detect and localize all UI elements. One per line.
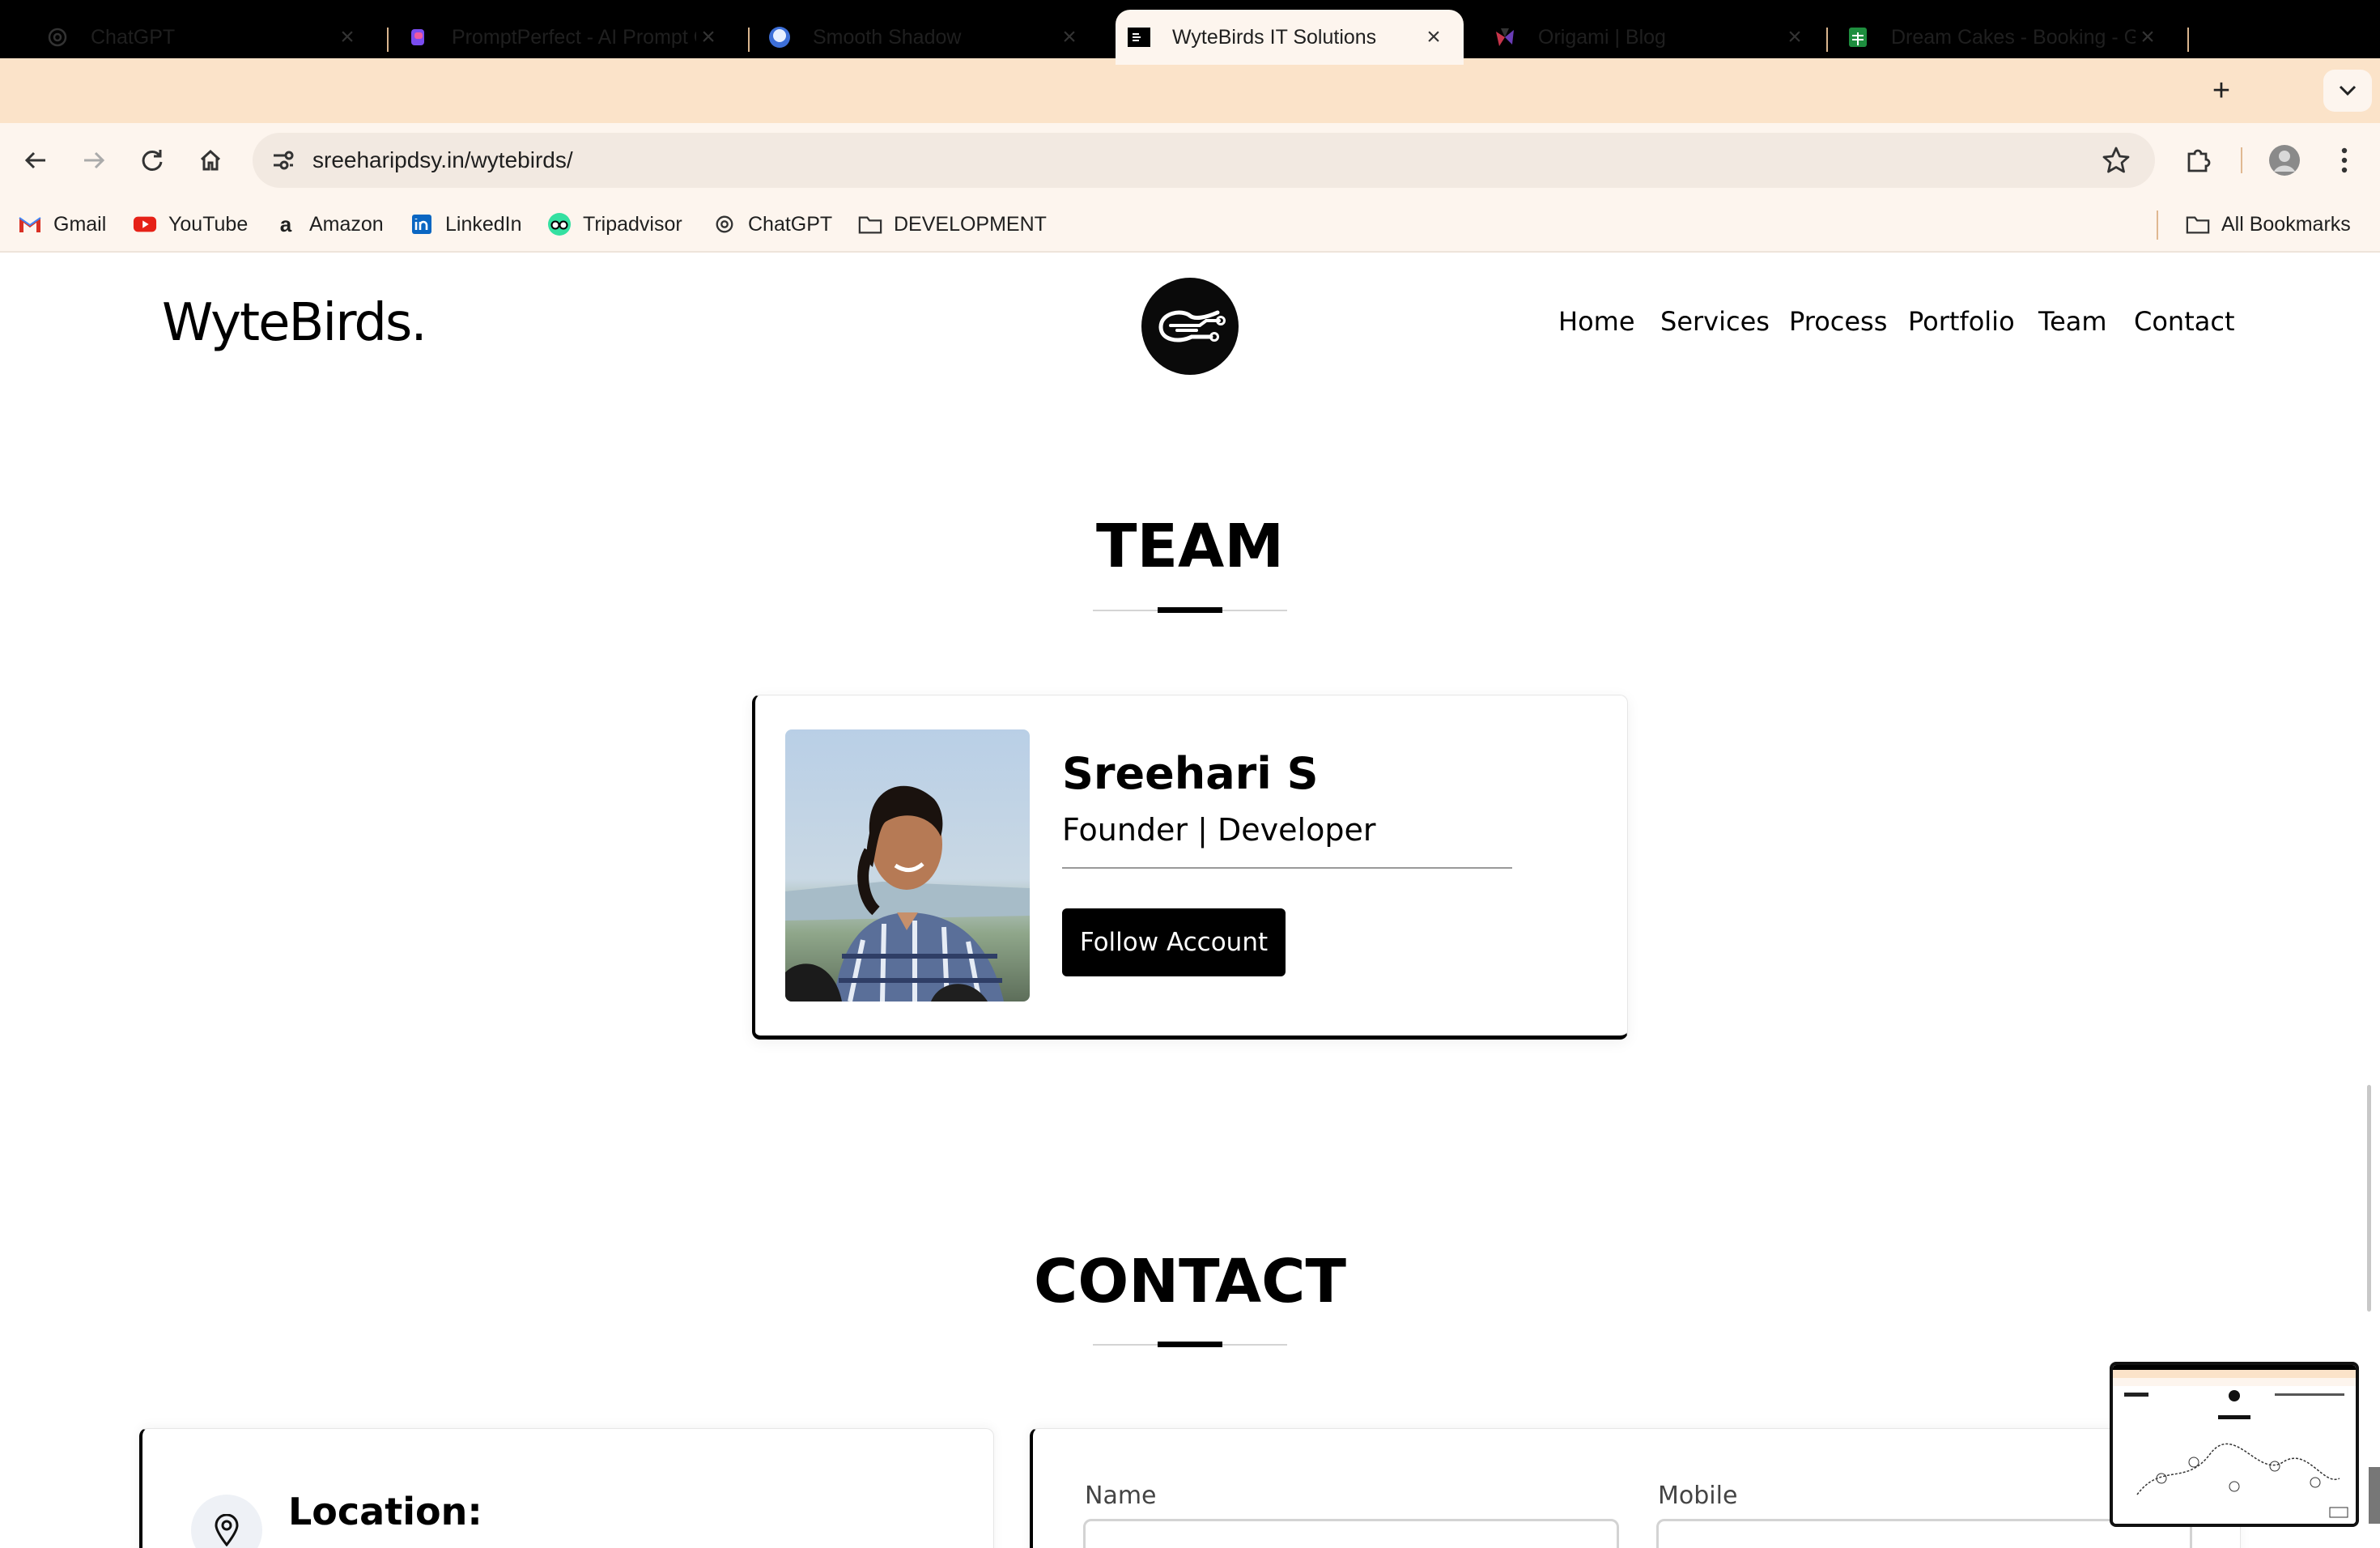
browser-menu-button[interactable]: [2325, 141, 2364, 180]
bookmark-label: Gmail: [53, 212, 107, 236]
back-button[interactable]: [16, 141, 55, 180]
mobile-label: Mobile: [1658, 1482, 1738, 1510]
amazon-icon: a: [279, 211, 292, 236]
tab-title: Smooth Shadow: [813, 25, 962, 49]
promptperfect-icon: [406, 25, 431, 49]
follow-account-button[interactable]: Follow Account: [1062, 908, 1286, 976]
forward-arrow-icon: [84, 151, 105, 169]
member-name: Sreehari S: [1062, 748, 1319, 799]
member-photo: [785, 729, 1030, 1002]
team-heading: TEAM: [1096, 512, 1284, 581]
bookmark-linkedin[interactable]: LinkedIn: [410, 207, 522, 241]
tab-title: Origami | Blog: [1538, 25, 1666, 49]
close-icon[interactable]: ×: [1422, 25, 1446, 49]
tab-promptperfect[interactable]: PromptPerfect - AI Prompt Generator ×: [377, 10, 738, 65]
site-brand[interactable]: WyteBirds.: [162, 293, 427, 353]
circuit-bird-icon: [1158, 310, 1226, 342]
avatar: [2269, 145, 2300, 176]
profile-button[interactable]: [2265, 141, 2304, 180]
screenshot-thumbnail[interactable]: [2110, 1362, 2359, 1527]
openai-icon: [712, 212, 737, 236]
tab-title: Dream Cakes - Booking - Google Sheets: [1891, 25, 2136, 49]
close-icon[interactable]: ×: [1783, 25, 1807, 49]
smooth-shadow-icon: [767, 25, 792, 49]
contact-heading-accent: [1158, 1342, 1222, 1347]
scrollbar-button[interactable]: [2369, 1467, 2380, 1524]
tab-wytebirds[interactable]: WyteBirds IT Solutions ×: [1116, 10, 1464, 65]
close-icon[interactable]: ×: [335, 25, 359, 49]
location-card: [139, 1428, 994, 1548]
puzzle-icon: [2187, 149, 2211, 172]
tab-dream-cakes[interactable]: Dream Cakes - Booking - Google Sheets ×: [1817, 10, 2178, 65]
tab-origami[interactable]: Origami | Blog ×: [1464, 10, 1825, 65]
linkedin-icon: [410, 212, 434, 236]
member-divider: [1062, 867, 1512, 869]
home-button[interactable]: [191, 141, 230, 180]
tab-strip: [0, 58, 2380, 123]
page-scrollbar[interactable]: [2367, 1085, 2371, 1312]
openai-icon: [45, 25, 70, 49]
wytebirds-icon: [1127, 25, 1151, 49]
extensions-button[interactable]: [2179, 141, 2218, 180]
back-arrow-icon: [24, 151, 45, 169]
member-role: Founder | Developer: [1062, 812, 1376, 848]
bookmark-label: ChatGPT: [748, 212, 833, 236]
bookmark-label: LinkedIn: [445, 212, 522, 236]
bookmark-youtube[interactable]: YouTube: [133, 207, 248, 241]
tab-title: PromptPerfect - AI Prompt Generator: [452, 25, 696, 49]
tab-separator: [2187, 28, 2189, 52]
location-title: Location:: [288, 1490, 482, 1533]
folder-icon: [858, 212, 882, 236]
tab-title: WyteBirds IT Solutions: [1172, 25, 1377, 49]
forward-button[interactable]: [74, 141, 113, 180]
close-icon[interactable]: ×: [1057, 25, 1082, 49]
nav-contact[interactable]: Contact: [2134, 306, 2235, 343]
tripadvisor-icon: [547, 212, 572, 236]
bookmark-gmail[interactable]: Gmail: [18, 207, 106, 241]
all-bookmarks-button[interactable]: All Bookmarks: [2186, 207, 2351, 241]
nav-process[interactable]: Process: [1789, 306, 1887, 343]
bookmarks-separator: [2157, 211, 2158, 240]
nav-services[interactable]: Services: [1660, 306, 1770, 343]
close-icon[interactable]: ×: [696, 25, 720, 49]
gmail-icon: [18, 212, 42, 236]
nav-home[interactable]: Home: [1558, 306, 1635, 343]
bookmark-amazon[interactable]: a Amazon: [274, 207, 384, 241]
nav-portfolio[interactable]: Portfolio: [1908, 306, 2015, 343]
url-text[interactable]: sreeharipdsy.in/wytebirds/: [312, 146, 573, 175]
contact-heading: CONTACT: [1034, 1247, 1346, 1316]
bookmark-tripadvisor[interactable]: Tripadvisor: [547, 207, 682, 241]
name-field[interactable]: [1083, 1519, 1619, 1548]
tab-title: ChatGPT: [91, 25, 176, 49]
origami-icon: [1493, 25, 1517, 49]
tab-smooth-shadow[interactable]: Smooth Shadow ×: [738, 10, 1099, 65]
home-icon: [200, 149, 221, 171]
bookmark-label: DEVELOPMENT: [894, 212, 1047, 236]
bookmark-folder-development[interactable]: DEVELOPMENT: [858, 207, 1047, 241]
all-bookmarks-label: All Bookmarks: [2221, 212, 2351, 236]
site-logo[interactable]: [1141, 278, 1239, 375]
chevron-down-icon: [2339, 85, 2357, 96]
youtube-icon: [133, 212, 157, 236]
toolbar-separator: [2241, 147, 2242, 173]
bookmark-label: YouTube: [168, 212, 249, 236]
site-info-icon[interactable]: [267, 144, 300, 176]
name-label: Name: [1085, 1482, 1157, 1510]
folder-icon: [2186, 212, 2210, 236]
reload-icon: [142, 150, 163, 171]
tab-search-button[interactable]: [2323, 70, 2372, 112]
kebab-menu-icon: [2341, 147, 2348, 173]
tab-chatgpt[interactable]: ChatGPT ×: [16, 10, 377, 65]
nav-team[interactable]: Team: [2038, 306, 2107, 343]
bookmark-label: Amazon: [309, 212, 384, 236]
close-icon[interactable]: ×: [2136, 25, 2160, 49]
bookmark-star-icon[interactable]: [2098, 142, 2134, 178]
reload-button[interactable]: [133, 141, 172, 180]
bookmark-chatgpt[interactable]: ChatGPT: [712, 207, 832, 241]
bookmark-label: Tripadvisor: [583, 212, 682, 236]
sheets-icon: [1846, 25, 1870, 49]
team-heading-accent: [1158, 607, 1222, 613]
new-tab-button[interactable]: +: [2202, 73, 2241, 108]
